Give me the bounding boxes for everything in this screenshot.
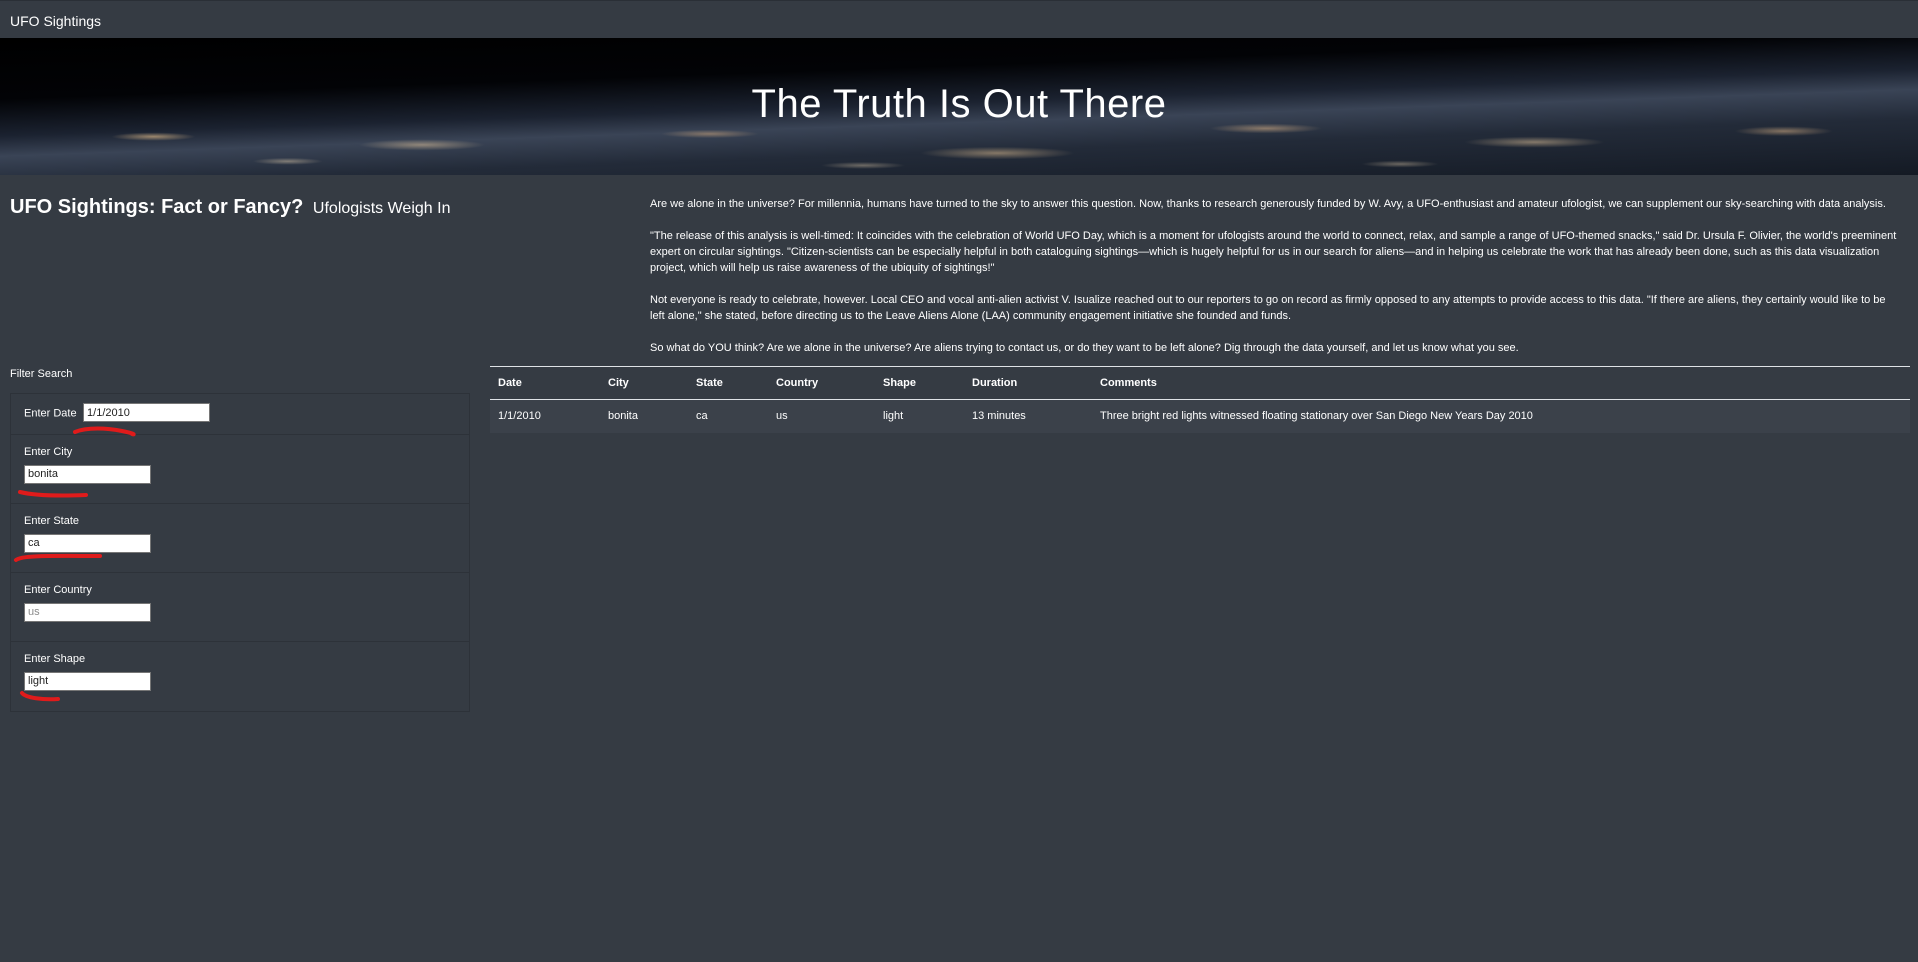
hero-title: The Truth Is Out There <box>751 82 1167 126</box>
table-header-row: Date City State Country Shape Duration C… <box>490 366 1910 400</box>
city-input[interactable] <box>24 464 151 484</box>
table-cell-shape: light <box>875 399 964 433</box>
table-cell-duration: 13 minutes <box>964 399 1092 433</box>
page-title: UFO Sightings: Fact or Fancy? <box>10 196 304 218</box>
column-header-duration: Duration <box>964 366 1092 400</box>
filter-search-title: Filter Search <box>10 368 73 380</box>
table-body: 1/1/2010 bonita ca us light 13 minutes T… <box>490 399 1910 433</box>
hero-banner: The Truth Is Out There <box>0 38 1918 175</box>
article-text: Are we alone in the universe? For millen… <box>650 196 1902 372</box>
country-label: Enter Country <box>24 584 92 596</box>
annotation-underline-shape <box>20 691 60 702</box>
article-paragraph: Not everyone is ready to celebrate, howe… <box>650 294 1886 322</box>
navbar: UFO Sightings <box>0 0 1918 38</box>
table-cell-city: bonita <box>600 399 688 433</box>
state-input[interactable] <box>24 533 151 553</box>
table-row: 1/1/2010 bonita ca us light 13 minutes T… <box>490 399 1910 433</box>
annotation-underline-city <box>18 490 88 498</box>
table-cell-comments: Three bright red lights witnessed floati… <box>1092 399 1910 433</box>
annotation-underline-date <box>73 426 136 437</box>
column-header-date: Date <box>490 366 600 400</box>
city-label: Enter City <box>24 446 73 458</box>
article-paragraph: So what do YOU think? Are we alone in th… <box>650 342 1519 354</box>
table-cell-country: us <box>768 399 875 433</box>
table-cell-date: 1/1/2010 <box>490 399 600 433</box>
article-paragraph: "The release of this analysis is well-ti… <box>650 230 1897 274</box>
date-label: Enter Date <box>24 407 77 420</box>
page-subtitle: Ufologists Weigh In <box>312 200 451 217</box>
filter-item-country: Enter Country <box>11 573 469 642</box>
date-input[interactable] <box>83 403 211 422</box>
annotation-underline-state <box>14 553 102 562</box>
column-header-comments: Comments <box>1092 366 1910 400</box>
column-header-shape: Shape <box>875 366 964 400</box>
state-label: Enter State <box>24 515 80 527</box>
table-cell-state: ca <box>688 399 768 433</box>
column-header-state: State <box>688 366 768 400</box>
column-header-country: Country <box>768 366 875 400</box>
results-table: Date City State Country Shape Duration C… <box>490 366 1910 433</box>
results-table-container: Date City State Country Shape Duration C… <box>490 366 1910 433</box>
shape-input[interactable] <box>24 671 151 691</box>
page-heading: UFO Sightings: Fact or Fancy? Ufologists… <box>10 196 450 219</box>
country-input[interactable] <box>24 602 151 622</box>
column-header-city: City <box>600 366 688 400</box>
article-paragraph: Are we alone in the universe? For millen… <box>650 198 1886 210</box>
brand-link[interactable]: UFO Sightings <box>10 13 101 29</box>
filter-item-shape: Enter Shape <box>11 642 469 711</box>
shape-label: Enter Shape <box>24 653 86 665</box>
table-head: Date City State Country Shape Duration C… <box>490 366 1910 400</box>
